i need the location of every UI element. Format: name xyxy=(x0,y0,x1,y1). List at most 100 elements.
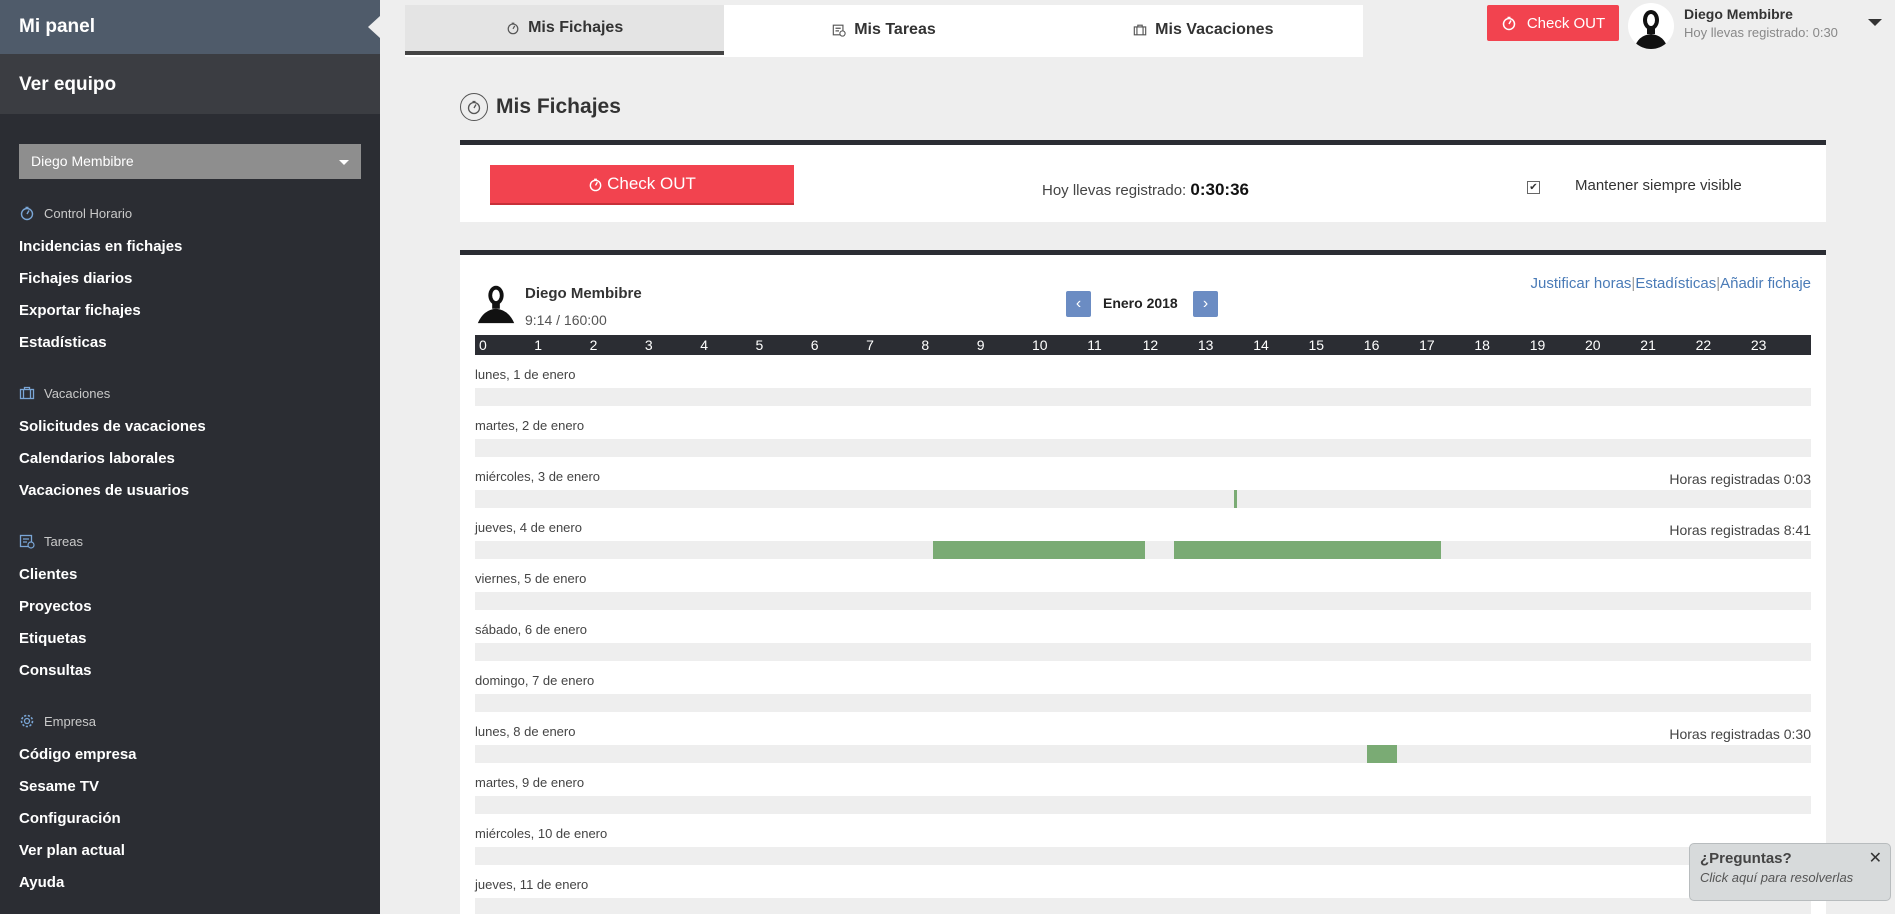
day-timeline-bar[interactable] xyxy=(475,694,1811,712)
estadisticas-link[interactable]: Estadísticas xyxy=(1635,275,1716,292)
day-label: martes, 2 de enero xyxy=(475,418,585,433)
active-panel-notch xyxy=(368,16,380,38)
tab-mis-fichajes[interactable]: Mis Fichajes xyxy=(405,5,725,55)
sidebar-item-codigo-empresa[interactable]: Código empresa xyxy=(19,739,380,771)
tab-label: Mis Tareas xyxy=(854,21,936,38)
sidebar-item-incidencias[interactable]: Incidencias en fichajes xyxy=(19,231,380,263)
user-menu-caret-icon[interactable] xyxy=(1868,19,1882,26)
sidebar-item-fichajes-diarios[interactable]: Fichajes diarios xyxy=(19,263,380,295)
day-timeline-bar[interactable] xyxy=(475,745,1811,763)
section-title: Tareas xyxy=(44,533,84,549)
day-timeline-bar[interactable] xyxy=(475,592,1811,610)
day-timeline-bar[interactable] xyxy=(475,643,1811,661)
checkout-button[interactable]: Check OUT xyxy=(490,165,794,205)
keep-visible-checkbox[interactable]: ✔ xyxy=(1527,181,1540,194)
timeline-user-name: Diego Membibre xyxy=(525,285,642,302)
day-timeline-bar[interactable] xyxy=(475,388,1811,406)
sidebar-item-sesame-tv[interactable]: Sesame TV xyxy=(19,771,380,803)
day-label: lunes, 1 de enero xyxy=(475,367,576,382)
timeline-hours-summary: 9:14 / 160:00 xyxy=(525,312,607,328)
section-title: Empresa xyxy=(44,713,97,729)
hour-tick: 10 xyxy=(1032,337,1048,353)
time-segment[interactable] xyxy=(1174,541,1441,559)
sidebar-item-clientes[interactable]: Clientes xyxy=(19,559,380,591)
hour-tick: 19 xyxy=(1529,337,1546,353)
prev-month-button[interactable]: ‹ xyxy=(1066,291,1091,317)
hour-tick: 14 xyxy=(1253,337,1269,353)
tab-label: Mis Fichajes xyxy=(528,19,624,36)
sidebar-panel-header[interactable]: Mi panel xyxy=(0,0,380,54)
time-segment[interactable] xyxy=(1233,490,1237,508)
sidebar-item-estadisticas[interactable]: Estadísticas xyxy=(19,327,380,359)
day-registered-hours: Horas registradas 0:03 xyxy=(1669,471,1811,487)
tab-mis-tareas[interactable]: Mis Tareas xyxy=(724,5,1044,55)
day-timeline-bar[interactable] xyxy=(475,796,1811,814)
sidebar-item-consultas[interactable]: Consultas xyxy=(19,655,380,687)
hour-tick: 7 xyxy=(866,337,874,353)
section-header: Control Horario xyxy=(19,205,380,221)
sidebar-item-exportar[interactable]: Exportar fichajes xyxy=(19,295,380,327)
time-segment[interactable] xyxy=(1366,745,1397,763)
help-popup[interactable]: ¿Preguntas? Click aquí para resolverlas … xyxy=(1689,843,1891,901)
sidebar-team-link[interactable]: Ver equipo xyxy=(0,54,380,114)
main-tabs: Mis Fichajes Mis Tareas Mis Vacaciones xyxy=(405,5,1363,57)
sidebar-item-proyectos[interactable]: Proyectos xyxy=(19,591,380,623)
registered-today: Hoy llevas registrado: 0:30:36 xyxy=(1042,180,1249,200)
hour-tick: 9 xyxy=(976,337,985,353)
sidebar-item-vacaciones-usuarios[interactable]: Vacaciones de usuarios xyxy=(19,475,380,507)
hour-tick: 2 xyxy=(589,337,598,353)
check-card: Check OUT Hoy llevas registrado: 0:30:36… xyxy=(460,140,1826,222)
day-label: sábado, 6 de enero xyxy=(475,622,588,637)
help-subtitle: Click aquí para resolverlas xyxy=(1700,870,1854,885)
sidebar-section-control-horario: Control Horario Incidencias en fichajes … xyxy=(0,205,380,359)
hour-axis: 0 1 2 3 4 5 6 7 8 9 10 11 12 13 14 15 16 17 18 19 20 21 22 23 xyxy=(475,335,1811,355)
hour-tick: 18 xyxy=(1474,337,1490,353)
help-title: ¿Preguntas? xyxy=(1700,850,1792,867)
hour-tick: 5 xyxy=(755,337,764,353)
day-label: martes, 9 de enero xyxy=(475,775,585,790)
day-label: jueves, 4 de enero xyxy=(475,520,582,535)
day-label: miércoles, 10 de enero xyxy=(475,826,608,841)
day-timeline-bar[interactable] xyxy=(475,847,1811,865)
justificar-horas-link[interactable]: Justificar horas xyxy=(1531,275,1632,292)
checkout-label: Check OUT xyxy=(607,174,696,193)
day-label: domingo, 7 de enero xyxy=(475,673,595,688)
sidebar-item-ayuda[interactable]: Ayuda xyxy=(19,867,380,899)
day-timeline-bar[interactable] xyxy=(475,541,1811,559)
day-registered-hours: Horas registradas 0:30 xyxy=(1669,726,1811,742)
section-header: Vacaciones xyxy=(19,385,380,401)
stopwatch-icon xyxy=(507,22,519,35)
sidebar-item-configuracion[interactable]: Configuración xyxy=(19,803,380,835)
day-timeline-bar[interactable] xyxy=(475,490,1811,508)
sidebar-item-solicitudes[interactable]: Solicitudes de vacaciones xyxy=(19,411,380,443)
sidebar-item-calendarios[interactable]: Calendarios laborales xyxy=(19,443,380,475)
user-silhouette-icon xyxy=(1634,10,1668,49)
hour-tick: 4 xyxy=(700,337,708,353)
day-timeline-bar[interactable] xyxy=(475,898,1811,914)
tab-mis-vacaciones[interactable]: Mis Vacaciones xyxy=(1043,5,1363,55)
hour-tick: 12 xyxy=(1142,337,1159,353)
hour-tick: 15 xyxy=(1308,337,1325,353)
avatar[interactable] xyxy=(1628,3,1674,49)
hour-tick: 23 xyxy=(1750,337,1767,353)
top-checkout-button[interactable]: Check OUT xyxy=(1487,5,1619,41)
stopwatch-icon xyxy=(460,93,488,121)
timeline-links: Justificar horas|Estadísticas|Añadir fic… xyxy=(1531,275,1811,292)
anadir-fichaje-link[interactable]: Añadir fichaje xyxy=(1720,275,1811,292)
time-segment[interactable] xyxy=(932,541,1145,559)
sidebar-item-etiquetas[interactable]: Etiquetas xyxy=(19,623,380,655)
hour-tick: 8 xyxy=(921,337,930,353)
day-timeline-bar[interactable] xyxy=(475,439,1811,457)
tasks-icon xyxy=(19,534,35,549)
close-icon[interactable]: ✕ xyxy=(1869,848,1882,868)
top-user-status: Hoy llevas registrado: 0:30 xyxy=(1684,25,1838,40)
sidebar: Mi panel Ver equipo Diego Membibre Contr… xyxy=(0,0,380,914)
next-month-button[interactable]: › xyxy=(1193,291,1218,317)
hour-tick: 16 xyxy=(1363,337,1380,353)
day-registered-hours: Horas registradas 8:41 xyxy=(1669,522,1811,538)
sidebar-section-empresa: Empresa Código empresa Sesame TV Configu… xyxy=(0,713,380,899)
user-select-dropdown[interactable]: Diego Membibre xyxy=(19,144,361,179)
hour-tick: 22 xyxy=(1695,337,1712,353)
sidebar-item-ver-plan[interactable]: Ver plan actual xyxy=(19,835,380,867)
hour-tick: 11 xyxy=(1087,337,1102,353)
